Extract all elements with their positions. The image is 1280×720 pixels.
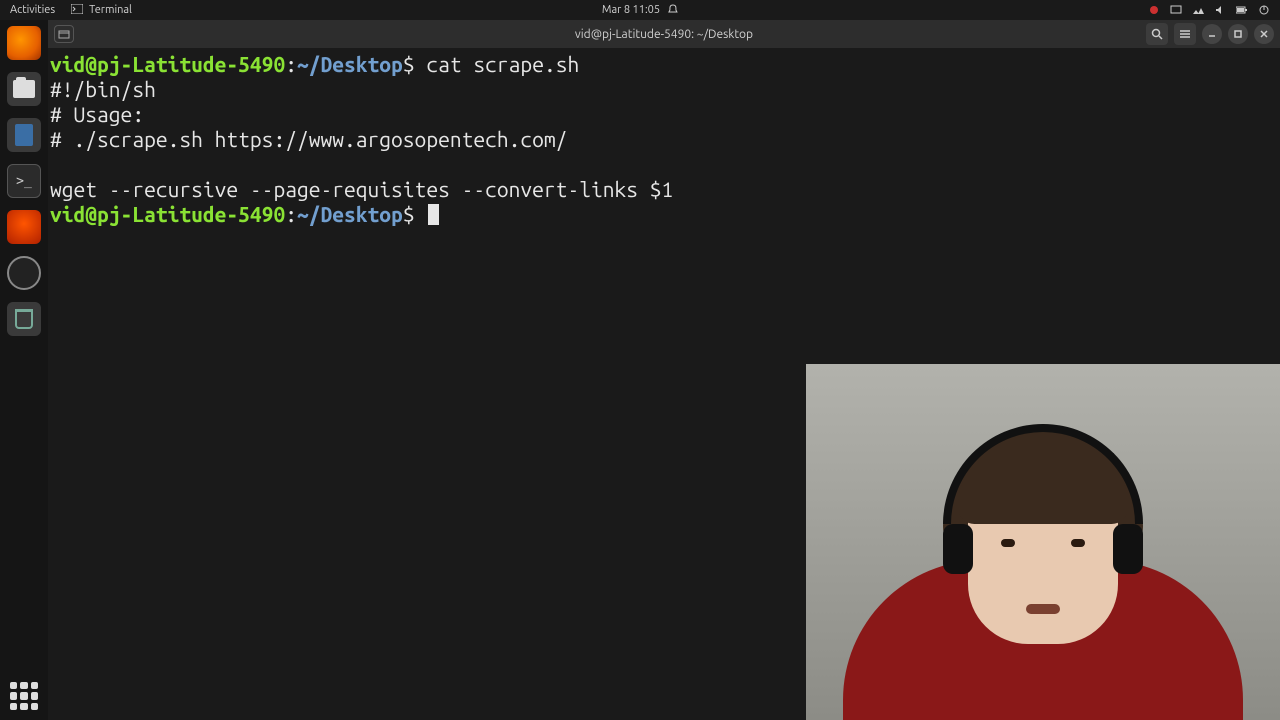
prompt-symbol-2: $ [403, 202, 415, 226]
output-line-2: # Usage: [50, 102, 144, 126]
clock[interactable]: Mar 8 11:05 [602, 4, 660, 16]
battery-icon[interactable] [1236, 4, 1248, 16]
active-app-label: Terminal [89, 4, 132, 16]
dock-obs[interactable] [7, 256, 41, 290]
prompt-sep-2: : [285, 202, 297, 226]
dock-libreoffice-writer[interactable] [7, 118, 41, 152]
volume-icon[interactable] [1214, 4, 1226, 16]
notification-icon[interactable] [668, 4, 678, 17]
output-line-5: wget --recursive --page-requisites --con… [50, 177, 673, 201]
dock-trash[interactable] [7, 302, 41, 336]
network-icon[interactable] [1192, 4, 1204, 16]
minimize-button[interactable] [1202, 24, 1222, 44]
show-applications-button[interactable] [10, 682, 38, 710]
tray-screen-icon[interactable] [1170, 4, 1182, 16]
prompt-user-2: vid@pj-Latitude-5490 [50, 202, 285, 226]
window-title: vid@pj-Latitude-5490: ~/Desktop [575, 28, 753, 41]
terminal-icon [71, 4, 83, 17]
prompt-dir: Desktop [321, 52, 403, 76]
power-icon[interactable] [1258, 4, 1270, 16]
window-titlebar: vid@pj-Latitude-5490: ~/Desktop [48, 20, 1280, 48]
prompt-dir-2: Desktop [321, 202, 403, 226]
hamburger-menu-button[interactable] [1174, 23, 1196, 45]
close-button[interactable] [1254, 24, 1274, 44]
top-bar: Activities Terminal Mar 8 11:05 [0, 0, 1280, 20]
active-app[interactable]: Terminal [71, 4, 132, 17]
command-1: cat scrape.sh [415, 52, 580, 76]
cursor [428, 204, 439, 225]
dock: >_ [0, 20, 48, 720]
dock-files[interactable] [7, 72, 41, 106]
prompt-slash-2: / [309, 202, 321, 226]
prompt-tilde: ~ [297, 52, 309, 76]
prompt-sep: : [285, 52, 297, 76]
dock-terminal[interactable]: >_ [7, 164, 41, 198]
prompt-user: vid@pj-Latitude-5490 [50, 52, 285, 76]
prompt-symbol: $ [403, 52, 415, 76]
maximize-button[interactable] [1228, 24, 1248, 44]
prompt-slash: / [309, 52, 321, 76]
output-line-1: #!/bin/sh [50, 77, 156, 101]
new-tab-button[interactable] [54, 25, 74, 43]
search-button[interactable] [1146, 23, 1168, 45]
prompt-tilde-2: ~ [297, 202, 309, 226]
webcam-overlay [806, 364, 1280, 720]
dock-firefox[interactable] [7, 26, 41, 60]
output-line-3: # ./scrape.sh https://www.argosopentech.… [50, 127, 567, 151]
tray-record-icon[interactable] [1148, 4, 1160, 16]
activities-button[interactable]: Activities [10, 4, 55, 16]
dock-brave[interactable] [7, 210, 41, 244]
